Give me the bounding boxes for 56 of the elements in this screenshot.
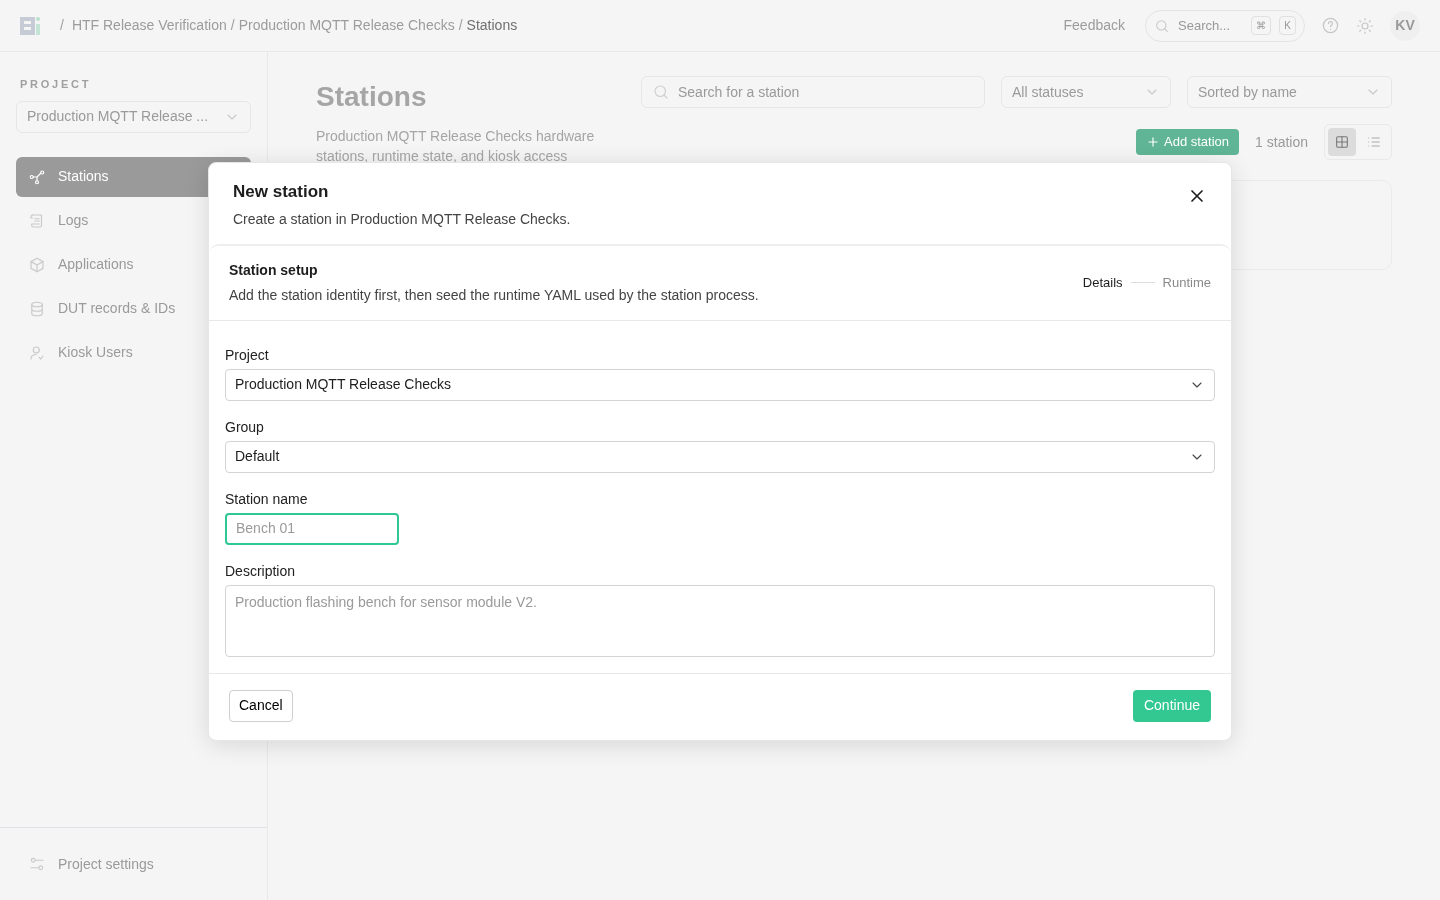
field-label: Group — [225, 417, 265, 437]
step-label[interactable]: Runtime — [1162, 272, 1211, 293]
grid-icon — [1334, 134, 1350, 150]
help-icon — [1321, 16, 1340, 35]
plus-icon — [1146, 135, 1160, 149]
field-label: Description — [225, 561, 297, 581]
sidebar-item[interactable]: Project settings — [16, 844, 251, 884]
page-title: Stations — [316, 80, 428, 114]
sliders-icon — [28, 855, 46, 873]
field-label: Project — [225, 345, 270, 365]
search-placeholder: Search... — [1178, 16, 1231, 35]
add-station-button[interactable]: Add station — [1136, 129, 1240, 155]
key-hint: ⌘ — [1251, 16, 1272, 35]
select-value: All statuses — [1012, 82, 1084, 102]
list-icon — [1366, 134, 1382, 150]
select-field[interactable]: Production MQTT Release Checks — [225, 368, 1215, 401]
select-value: Production MQTT Release ... — [27, 107, 209, 126]
nodes-icon — [28, 167, 46, 186]
step-label[interactable]: Details — [1082, 272, 1123, 293]
sort-select[interactable]: Sorted by name — [1187, 76, 1392, 108]
section-description: Add the station identity first, then seed the runtime YAML used by the station process. — [229, 285, 760, 305]
key-hint: K — [1279, 16, 1296, 35]
cancel-button[interactable]: Cancel — [229, 689, 293, 722]
status-select[interactable]: All statuses — [1001, 76, 1171, 108]
breadcrumb-separator: / — [458, 16, 463, 35]
cube-icon — [28, 255, 46, 274]
section-title: Station setup — [229, 260, 319, 280]
user-icon — [28, 343, 46, 362]
continue-button[interactable]: Continue — [1132, 689, 1211, 722]
search-icon — [652, 83, 670, 101]
field-label: Station name — [225, 489, 309, 509]
database-icon — [28, 299, 46, 318]
breadcrumb-link[interactable]: HTF Release Verification — [71, 15, 227, 36]
page-description: Production MQTT Release Checks hardware stations, runtime state, and kiosk access — [316, 127, 596, 166]
avatar[interactable]: KV — [1390, 10, 1420, 41]
section-label: PROJECT — [20, 77, 93, 92]
breadcrumb-link[interactable]: Production MQTT Release Checks — [238, 15, 455, 36]
select-field[interactable]: Default — [225, 440, 1215, 473]
project-select[interactable]: Production MQTT Release ... — [16, 100, 251, 133]
breadcrumb-separator: / — [60, 16, 64, 35]
search-placeholder: Search for a station — [678, 82, 800, 102]
view-button[interactable] — [1328, 128, 1356, 156]
sun-icon — [1356, 16, 1374, 35]
feedback-link[interactable]: Feedback — [1063, 15, 1125, 36]
breadcrumb-separator: / — [230, 16, 235, 35]
dialog-subtitle: Create a station in Production MQTT Release Checks. — [233, 209, 572, 229]
text-area[interactable]: Production flashing bench for sensor module V2. — [225, 584, 1215, 657]
search-icon — [1154, 17, 1170, 34]
input-field[interactable]: Bench 01 — [225, 512, 399, 545]
breadcrumb-link[interactable]: Stations — [466, 15, 518, 36]
station-count: 1 station — [1255, 132, 1308, 152]
search-field[interactable]: Search for a station — [641, 76, 985, 108]
logo-icon[interactable] — [20, 15, 40, 36]
select-value: Default — [235, 447, 280, 466]
select-value: Sorted by name — [1198, 82, 1297, 102]
select-value: Production MQTT Release Checks — [235, 375, 452, 394]
